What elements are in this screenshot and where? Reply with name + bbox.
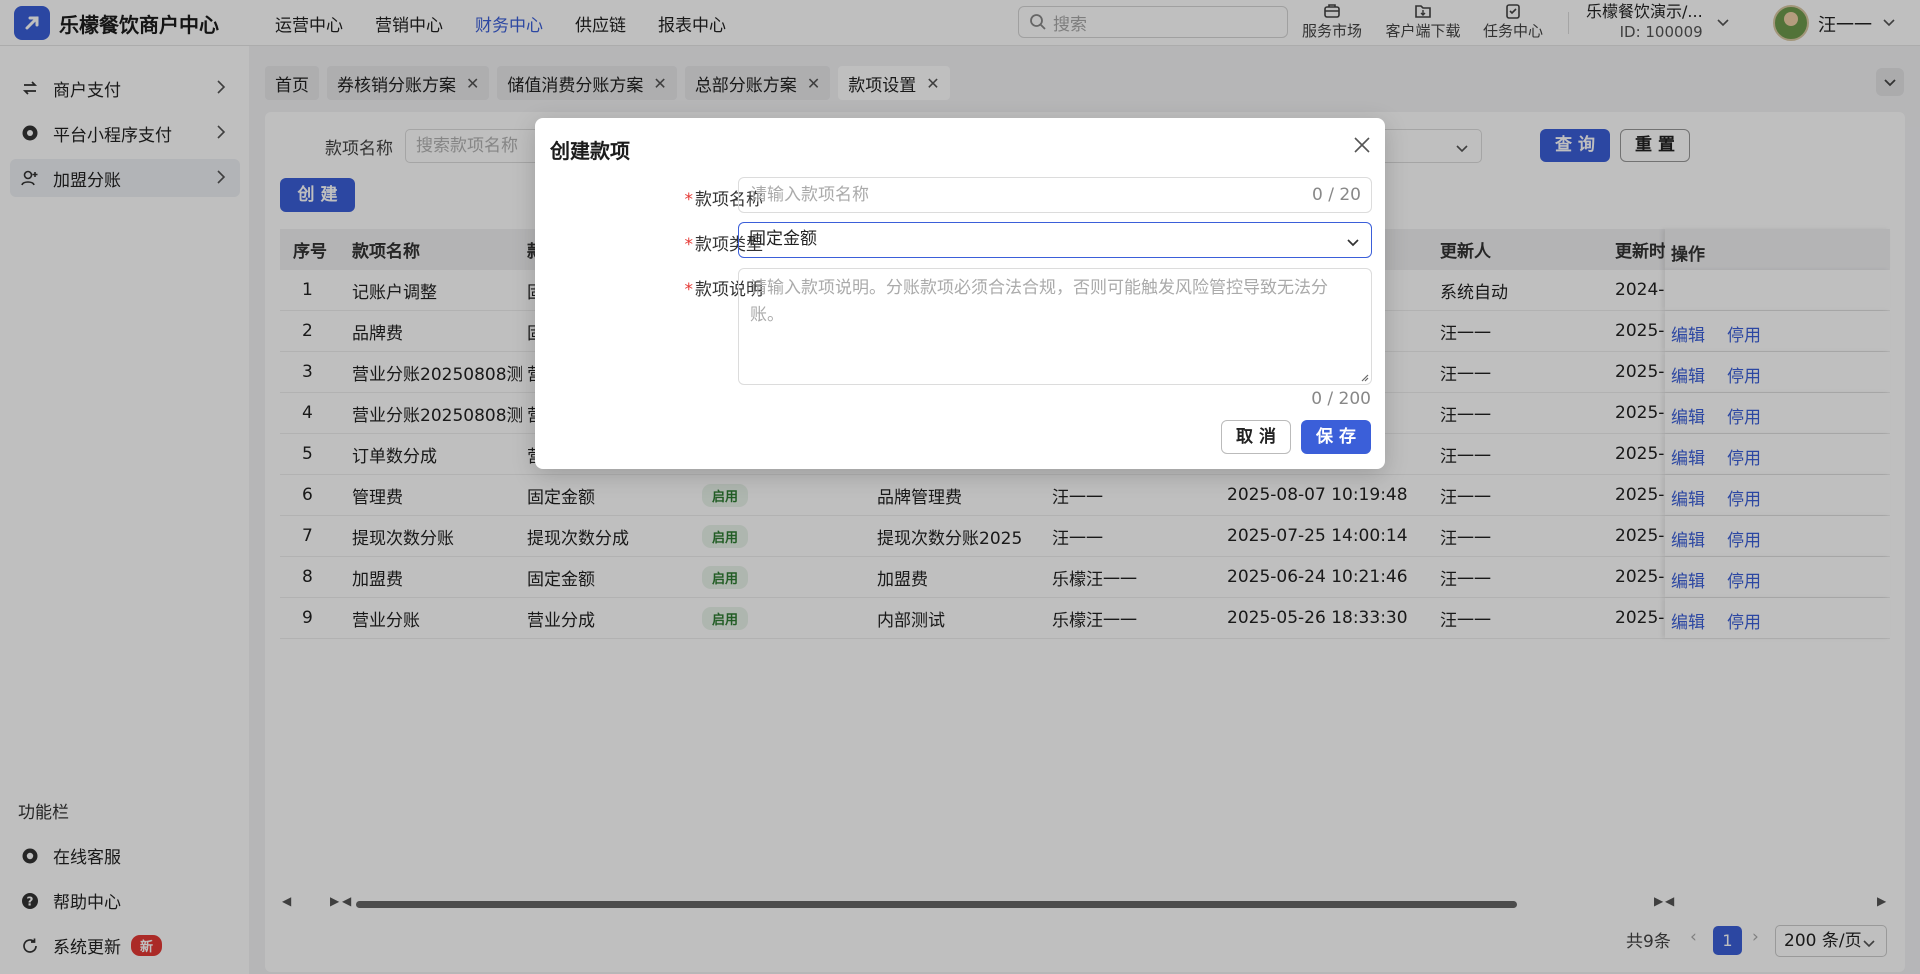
item-type-value: 固定金额 [749,229,817,249]
item-name-placeholder: 请输入款项名称 [750,185,869,205]
item-desc-counter: 0 / 200 [1311,389,1371,409]
item-desc-placeholder: 请输入款项说明。分账款项必须合法合规，否则可能触发风险管控导致无法分账。 [750,278,1328,325]
cancel-button[interactable]: 取 消 [1221,420,1291,454]
save-button[interactable]: 保 存 [1301,420,1371,454]
resize-grip-icon[interactable] [1359,372,1369,382]
chevron-down-icon [1347,239,1359,247]
item-name-input[interactable]: 请输入款项名称 0 / 20 [738,177,1372,213]
item-desc-textarea[interactable]: 请输入款项说明。分账款项必须合法合规，否则可能触发风险管控导致无法分账。 [738,268,1372,385]
item-type-select[interactable]: 固定金额 [738,222,1372,258]
create-item-dialog: 创建款项 * 款项名称 请输入款项名称 0 / 20 * 款项类型 固定金额 * 款项… [535,118,1385,469]
dialog-title: 创建款项 [550,139,630,163]
close-icon[interactable] [1353,136,1371,154]
item-name-counter: 0 / 20 [1312,185,1361,205]
